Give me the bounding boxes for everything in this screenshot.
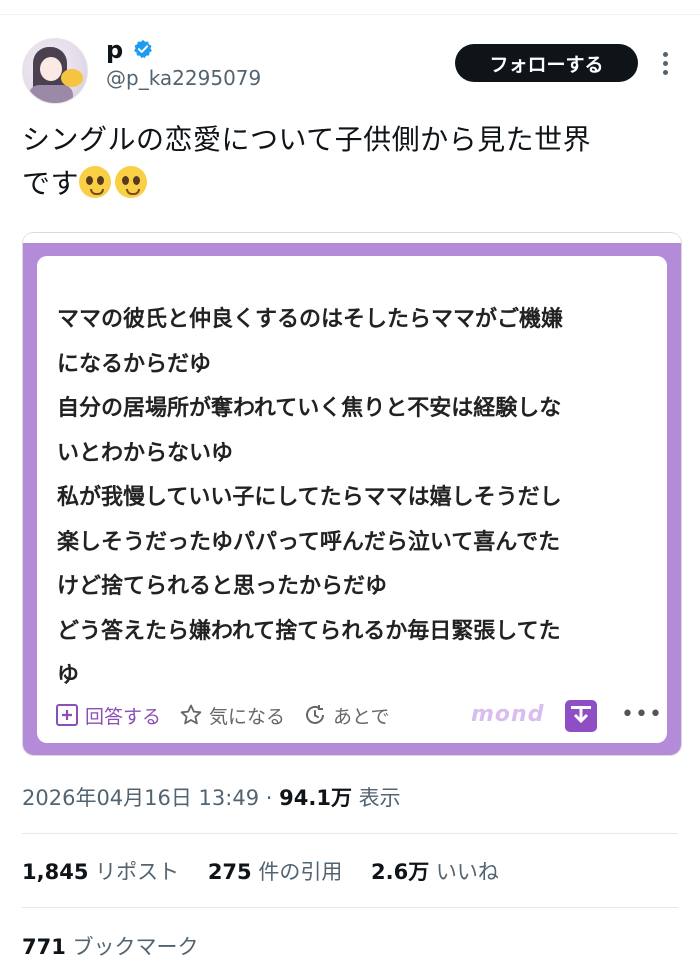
card-top-strip — [23, 233, 681, 243]
avatar-face — [40, 57, 62, 81]
card-more-icon[interactable]: ••• — [621, 702, 663, 727]
clock-icon — [306, 705, 325, 724]
divider — [22, 833, 678, 834]
interested-label: 気になる — [209, 705, 286, 728]
answer-label: 回答する — [85, 705, 162, 728]
card-inner: ママの彼氏と仲良くするのはそしたらママがご機嫌 になるからだゆ 自分の居場所が奪… — [37, 256, 667, 743]
answer-plus-icon — [56, 704, 78, 726]
card-question-text: ママの彼氏と仲良くするのはそしたらママがご機嫌 になるからだゆ 自分の居場所が奪… — [57, 298, 657, 699]
card-line: どう答えたら嫌われて捨てられるか毎日緊張してた — [57, 618, 561, 644]
card-line: けど捨てられると思ったからだゆ — [57, 574, 388, 599]
user-handle[interactable]: @p_ka2295079 — [106, 66, 261, 90]
star-icon — [180, 704, 202, 725]
card-line: ゆ — [57, 663, 80, 688]
reposts-stat[interactable]: 1,845 リポスト — [22, 860, 179, 884]
pleading-face-emoji-icon — [115, 166, 148, 198]
card-line: 私が我慢していい子にしてたらママは嬉しそうだし — [57, 485, 562, 510]
bookmarks-label: ブックマーク — [65, 935, 199, 959]
tweet-body: シングルの恋愛について子供側から見た世界 です — [22, 118, 682, 206]
card-line: 楽しそうだったゆパパって呼んだら泣いて喜んでた — [57, 529, 561, 555]
tweet-datetime[interactable]: 2026年04月16日 13:49 — [22, 786, 259, 810]
avatar[interactable] — [22, 38, 88, 104]
later-label: あとで — [333, 705, 390, 728]
engagement-stats: 1,845 リポスト 275 件の引用 2.6万 いいね — [22, 856, 521, 886]
view-label: 表示 — [351, 786, 401, 810]
mond-question-card[interactable]: ママの彼氏と仲良くするのはそしたらママがご機嫌 になるからだゆ 自分の居場所が奪… — [22, 232, 682, 756]
likes-stat[interactable]: 2.6万 いいね — [371, 860, 499, 884]
view-count: 94.1万 — [279, 786, 352, 810]
tweet-line-2: です — [22, 162, 682, 206]
more-options-icon[interactable] — [657, 49, 673, 79]
follow-button[interactable]: フォローする — [455, 44, 638, 82]
pleading-face-emoji-icon — [79, 166, 112, 198]
quotes-count: 275 — [207, 860, 252, 884]
avatar-duck — [61, 69, 83, 87]
quotes-label: 件の引用 — [251, 860, 343, 884]
mond-logo: mond — [471, 702, 545, 727]
reposts-label: リポスト — [88, 860, 180, 884]
card-line: ママの彼氏と仲良くするのはそしたらママがご機嫌 — [57, 307, 564, 332]
card-actions: 回答する 気になる あとで — [55, 702, 407, 728]
card-line: いとわからないゆ — [57, 440, 234, 466]
top-divider — [0, 14, 700, 15]
later-action[interactable]: あとで — [303, 702, 389, 729]
display-name[interactable]: p — [106, 36, 123, 64]
reposts-count: 1,845 — [22, 860, 89, 884]
archive-download-icon[interactable] — [565, 700, 597, 732]
tweet-line-2-text: です — [22, 167, 80, 200]
verified-badge-icon — [134, 39, 152, 59]
likes-count: 2.6万 — [371, 860, 430, 884]
tweet-meta: 2026年04月16日 13:49 · 94.1万 表示 — [22, 782, 401, 812]
bookmarks-stat[interactable]: 771 ブックマーク — [22, 931, 199, 961]
bookmarks-count: 771 — [22, 935, 66, 959]
card-line: になるからだゆ — [57, 351, 212, 377]
answer-action[interactable]: 回答する — [55, 702, 161, 729]
quotes-stat[interactable]: 275 件の引用 — [208, 860, 343, 884]
tweet-line-1: シングルの恋愛について子供側から見た世界 — [22, 123, 592, 156]
card-line: 自分の居場所が奪われていく焦りと不安は経験しな — [57, 396, 562, 421]
likes-label: いいね — [429, 860, 499, 884]
down-arrow-icon — [571, 706, 591, 724]
interested-action[interactable]: 気になる — [179, 702, 285, 729]
meta-separator: · — [259, 786, 280, 810]
avatar-clothes — [29, 85, 73, 103]
divider — [22, 907, 678, 908]
